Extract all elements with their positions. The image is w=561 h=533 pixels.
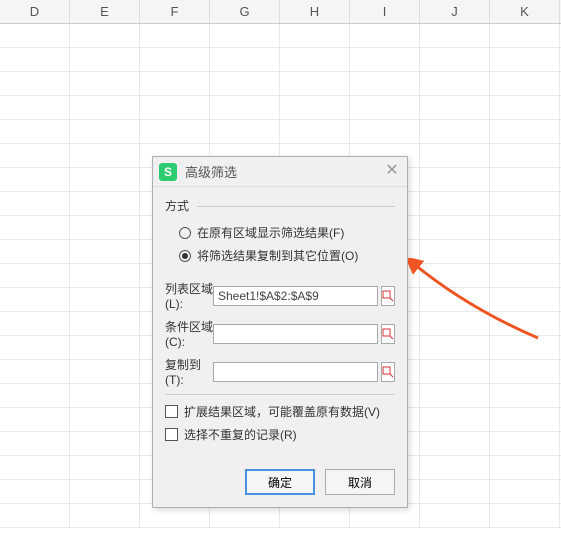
col-header[interactable]: I: [350, 0, 420, 23]
divider: [165, 394, 395, 395]
checkbox-unique-records[interactable]: 选择不重复的记录(R): [165, 426, 395, 443]
dialog-title: 高级筛选: [185, 162, 383, 181]
range-picker-button[interactable]: [381, 362, 395, 382]
col-header[interactable]: J: [420, 0, 490, 23]
range-picker-icon: [382, 328, 394, 340]
radio-label: 在原有区域显示筛选结果(F): [197, 224, 344, 241]
checkbox-extend-results[interactable]: 扩展结果区域，可能覆盖原有数据(V): [165, 403, 395, 420]
range-picker-icon: [382, 366, 394, 378]
dialog-header[interactable]: S 高级筛选 ✕: [153, 157, 407, 187]
column-headers: D E F G H I J K: [0, 0, 561, 24]
close-icon[interactable]: ✕: [383, 163, 401, 181]
col-header[interactable]: H: [280, 0, 350, 23]
copy-to-label: 复制到(T):: [165, 356, 213, 387]
col-header[interactable]: K: [490, 0, 560, 23]
checkbox-label: 扩展结果区域，可能覆盖原有数据(V): [184, 403, 380, 420]
app-logo-icon: S: [159, 163, 177, 181]
criteria-range-label: 条件区域(C):: [165, 318, 213, 349]
advanced-filter-dialog: S 高级筛选 ✕ 方式 在原有区域显示筛选结果(F) 将筛选结果复制到其它位置(…: [152, 156, 408, 508]
checkbox-icon: [165, 428, 178, 441]
cancel-button[interactable]: 取消: [325, 469, 395, 495]
ok-button[interactable]: 确定: [245, 469, 315, 495]
radio-copy-to-location[interactable]: 将筛选结果复制到其它位置(O): [179, 247, 395, 264]
radio-icon: [179, 227, 191, 239]
radio-icon: [179, 250, 191, 262]
col-header[interactable]: G: [210, 0, 280, 23]
method-group-label: 方式: [165, 197, 395, 214]
checkbox-icon: [165, 405, 178, 418]
col-header[interactable]: D: [0, 0, 70, 23]
range-picker-button[interactable]: [381, 324, 395, 344]
list-range-label: 列表区域(L):: [165, 280, 213, 311]
range-picker-button[interactable]: [381, 286, 395, 306]
radio-filter-in-place[interactable]: 在原有区域显示筛选结果(F): [179, 224, 395, 241]
col-header[interactable]: F: [140, 0, 210, 23]
radio-label: 将筛选结果复制到其它位置(O): [197, 247, 358, 264]
copy-to-input[interactable]: [213, 362, 378, 382]
col-header[interactable]: E: [70, 0, 140, 23]
list-range-input[interactable]: [213, 286, 378, 306]
criteria-range-input[interactable]: [213, 324, 378, 344]
range-picker-icon: [382, 290, 394, 302]
checkbox-label: 选择不重复的记录(R): [184, 426, 297, 443]
